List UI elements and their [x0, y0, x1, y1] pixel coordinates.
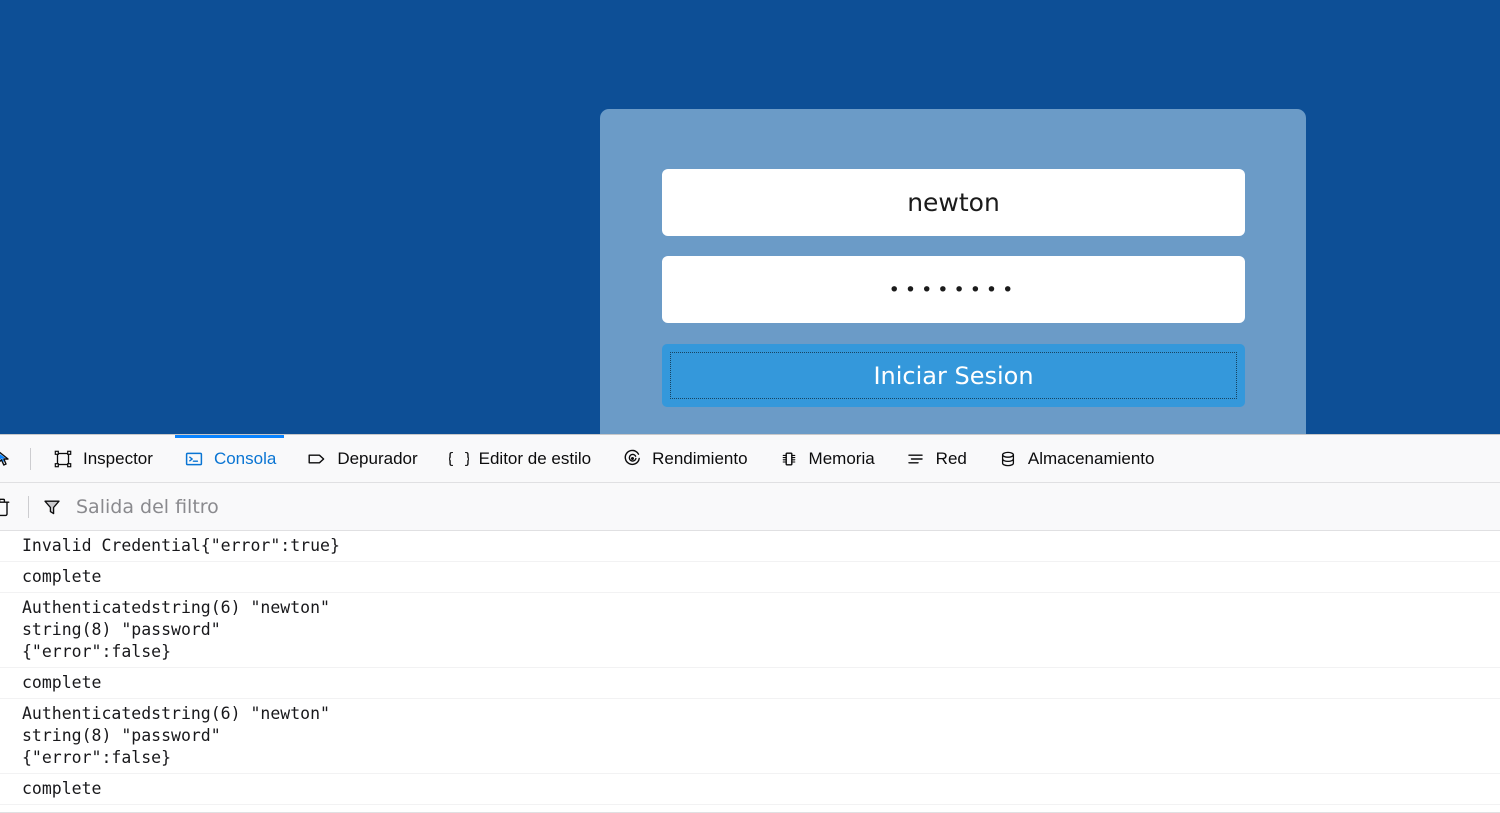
- storage-icon: [997, 448, 1019, 470]
- web-page-viewport: Iniciar Sesion: [0, 0, 1500, 434]
- inspector-icon: [52, 448, 74, 470]
- element-picker-icon[interactable]: [0, 444, 20, 474]
- toolbar-separator: [30, 447, 31, 470]
- tab-rendimiento[interactable]: Rendimiento: [606, 435, 762, 482]
- tab-editor-de-estilo-label: Editor de estilo: [478, 449, 592, 468]
- devtools-left-tools: [0, 435, 37, 482]
- tab-depurador-label: Depurador: [337, 449, 418, 468]
- tab-memoria[interactable]: Memoria: [763, 435, 890, 482]
- devtools-tabs: Inspector Consola Depurador Editor de es…: [37, 435, 1169, 482]
- console-row: Authenticatedstring(6) "newton" string(8…: [0, 593, 1500, 668]
- tab-inspector[interactable]: Inspector: [37, 435, 168, 482]
- network-icon: [905, 448, 927, 470]
- trash-icon[interactable]: [0, 493, 16, 521]
- console-row: Authenticatedstring(6) "newton" string(8…: [0, 699, 1500, 774]
- filter-bar-separator: [28, 495, 29, 518]
- tab-rendimiento-label: Rendimiento: [652, 449, 748, 468]
- debugger-icon: [306, 448, 328, 470]
- memory-icon: [778, 448, 800, 470]
- tab-almacenamiento[interactable]: Almacenamiento: [982, 435, 1170, 482]
- tab-red-label: Red: [935, 449, 967, 468]
- login-card: Iniciar Sesion: [600, 109, 1306, 434]
- tab-red[interactable]: Red: [890, 435, 982, 482]
- console-row: complete: [0, 774, 1500, 805]
- username-input[interactable]: [662, 169, 1245, 236]
- console-filter-input[interactable]: [65, 495, 1500, 518]
- tab-memoria-label: Memoria: [808, 449, 875, 468]
- console-output-list[interactable]: Invalid Credential{"error":true} complet…: [0, 531, 1500, 813]
- tab-inspector-label: Inspector: [83, 449, 153, 468]
- tab-almacenamiento-label: Almacenamiento: [1027, 449, 1155, 468]
- console-filter-bar: [0, 483, 1500, 531]
- console-icon: [183, 448, 205, 470]
- tab-depurador[interactable]: Depurador: [291, 435, 432, 482]
- funnel-icon[interactable]: [39, 494, 65, 520]
- svg-text:{ }: { }: [449, 450, 469, 468]
- style-editor-icon: { }: [448, 448, 470, 470]
- devtools-panel: Inspector Consola Depurador Editor de es…: [0, 434, 1500, 813]
- performance-icon: [621, 448, 643, 470]
- console-row: complete: [0, 668, 1500, 699]
- tab-consola[interactable]: Consola: [168, 435, 291, 482]
- password-input[interactable]: [662, 256, 1245, 323]
- console-row: Invalid Credential{"error":true}: [0, 531, 1500, 562]
- login-submit-button[interactable]: Iniciar Sesion: [662, 344, 1245, 407]
- tab-editor-de-estilo[interactable]: { } Editor de estilo: [433, 435, 606, 482]
- console-row: complete: [0, 562, 1500, 593]
- devtools-toolbar: Inspector Consola Depurador Editor de es…: [0, 435, 1500, 483]
- tab-consola-label: Consola: [213, 449, 277, 468]
